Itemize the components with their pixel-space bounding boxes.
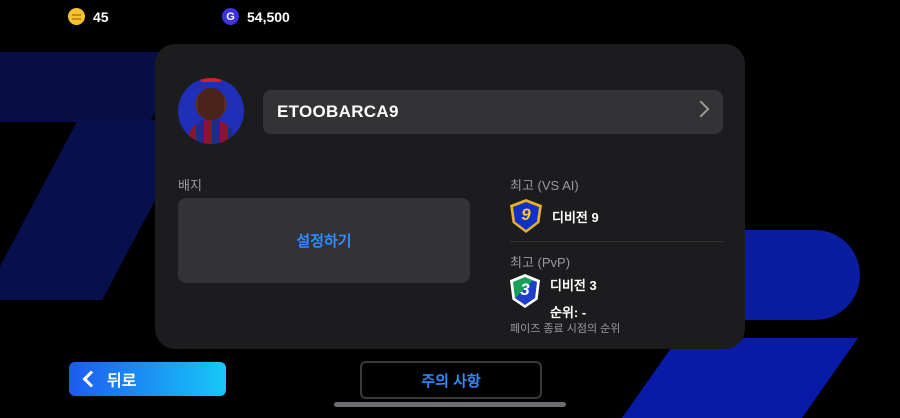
avatar-headband: [200, 78, 222, 82]
best-ai-division: 디비전 9: [552, 209, 599, 225]
coin-balance: 45: [68, 8, 109, 25]
notice-button[interactable]: 주의 사항: [360, 361, 542, 399]
username-button[interactable]: ETOOBARCA9: [263, 90, 723, 134]
divider: [510, 241, 723, 242]
badge-setup-button[interactable]: 설정하기: [178, 198, 470, 283]
avatar-face: [198, 88, 224, 120]
profile-card: ETOOBARCA9 배지 설정하기 최고 (VS AI) 9 디비전 9 최고…: [155, 44, 745, 349]
gp-amount: 54,500: [247, 8, 290, 25]
division-3-badge-icon: 3: [510, 274, 540, 308]
gp-balance: G 54,500: [222, 8, 290, 25]
best-pvp-rank-value: 순위: -: [550, 305, 587, 320]
avatar-shirt: [188, 120, 234, 144]
background-stripe: [621, 338, 859, 418]
chevron-right-icon: [692, 100, 710, 118]
best-pvp-rank: 3 디비전 3 순위: -: [510, 274, 597, 321]
badge-label: 배지: [178, 178, 202, 193]
coin-amount: 45: [93, 8, 109, 25]
best-ai-rank: 9 디비전 9: [510, 199, 599, 233]
best-pvp-division: 디비전 3: [550, 278, 597, 293]
coin-icon: [68, 8, 85, 25]
username: ETOOBARCA9: [277, 102, 399, 121]
division-badge-number: 9: [521, 205, 531, 224]
division-9-badge-icon: 9: [510, 199, 542, 233]
back-button[interactable]: 뒤로: [69, 362, 226, 396]
back-label: 뒤로: [107, 373, 137, 390]
badge-setup-label: 설정하기: [296, 233, 352, 250]
phase-end-note: 페이즈 종료 시점의 순위: [510, 323, 621, 335]
chevron-left-icon: [82, 370, 100, 388]
notice-label: 주의 사항: [421, 372, 481, 390]
division-badge-number: 3: [520, 280, 530, 299]
avatar[interactable]: [178, 78, 244, 144]
best-pvp-label: 최고 (PvP): [510, 255, 571, 270]
currency-bar: 45 G 54,500: [0, 6, 900, 30]
best-ai-label: 최고 (VS AI): [510, 178, 579, 193]
gp-icon: G: [222, 8, 239, 25]
home-indicator[interactable]: [334, 402, 566, 407]
